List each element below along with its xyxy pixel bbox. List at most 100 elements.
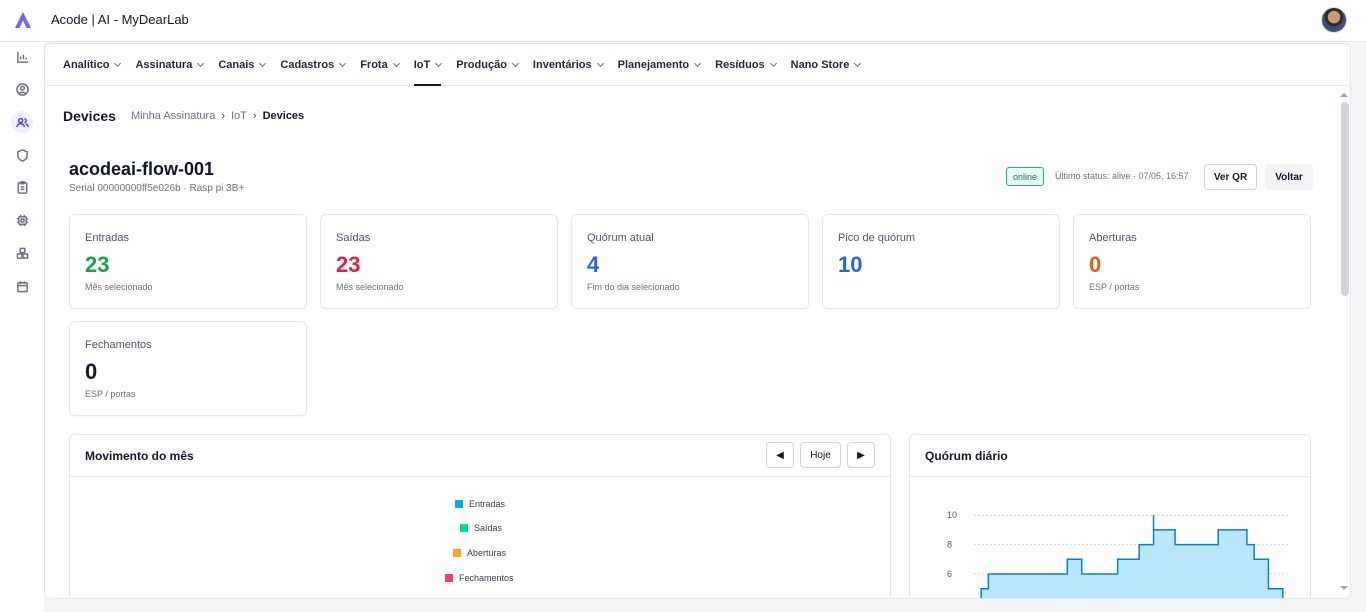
stat-label: Saídas [336, 232, 371, 244]
legend-swatch [460, 524, 468, 532]
quorum-area-series [980, 529, 1284, 598]
daily-quorum-panel: Quórum diário 10 8 6 [909, 434, 1311, 598]
monthly-movement-panel: Movimento do mês ◀ Hoje ▶ Entradas Saídas… [69, 434, 891, 598]
boxes-icon[interactable] [11, 242, 33, 264]
nav-item-label: Planejamento [617, 59, 690, 71]
stat-hint: ESP / portas [1089, 282, 1140, 292]
main-content: Analítico Assinatura Canais Cadastros Frota I… [44, 43, 1351, 599]
nav-item-1[interactable]: Assinatura [135, 44, 205, 86]
nav-item-4[interactable]: Frota [360, 44, 400, 86]
breadcrumb-link-iot[interactable]: IoT [231, 110, 247, 122]
nav-item-9[interactable]: Resíduos [715, 44, 777, 86]
stat-value: 10 [838, 252, 863, 277]
breadcrumb-separator-icon: › [221, 110, 225, 122]
chevron-down-icon [435, 59, 443, 68]
stat-label: Pico de quórum [838, 232, 916, 244]
back-button[interactable]: Voltar [1265, 164, 1313, 190]
nav-item-label: IoT [413, 59, 431, 71]
nav-item-8[interactable]: Planejamento [617, 44, 702, 86]
stat-value: 0 [1089, 252, 1102, 277]
previous-month-button[interactable]: ◀ [766, 442, 794, 468]
app-logo-icon[interactable] [14, 11, 32, 29]
y-tick-label: 6 [947, 569, 952, 579]
nav-item-10[interactable]: Nano Store [791, 44, 862, 86]
avatar[interactable] [1321, 7, 1347, 33]
y-tick-label: 10 [947, 510, 957, 520]
nav-item-label: Canais [218, 59, 255, 71]
chevron-down-icon [511, 59, 519, 68]
device-subtitle: Serial 00000000ff5e026b · Rasp pi 3B+ [69, 183, 245, 194]
status-badge: online [1006, 167, 1045, 186]
nav-item-label: Frota [360, 59, 388, 71]
nav-item-2[interactable]: Canais [218, 44, 267, 86]
stat-hint: Mês selecionado [336, 282, 404, 292]
y-tick-label: 8 [947, 540, 952, 550]
nav-item-5[interactable]: IoT [413, 44, 443, 86]
sidebar [0, 42, 44, 612]
current-quorum-card: Quórum atual 4 Fim do dia selecionado [571, 214, 809, 309]
calendar-icon[interactable] [11, 275, 33, 297]
nav-item-label: Cadastros [280, 59, 335, 71]
stat-label: Quórum atual [587, 232, 654, 244]
legend-label: Fechamentos [459, 573, 514, 583]
chevron-down-icon [854, 59, 862, 68]
shield-icon[interactable] [11, 144, 33, 166]
chevron-down-icon [694, 59, 702, 68]
scroll-down-icon[interactable] [1340, 586, 1348, 590]
user-circle-icon[interactable] [11, 78, 33, 100]
legend-swatch [445, 574, 453, 582]
entries-card: Entradas 23 Mês selecionado [69, 214, 307, 309]
nav-item-7[interactable]: Inventários [532, 44, 604, 86]
chevron-down-icon [259, 59, 267, 68]
clipboard-icon[interactable] [11, 176, 33, 198]
exits-card: Saídas 23 Mês selecionado [320, 214, 558, 309]
chip-icon[interactable] [11, 209, 33, 231]
legend-label: Aberturas [467, 548, 507, 558]
legend-item[interactable]: Fechamentos [445, 573, 514, 583]
top-nav: Analítico Assinatura Canais Cadastros Frota I… [45, 44, 1350, 86]
stat-label: Aberturas [1089, 232, 1137, 244]
chevron-down-icon [392, 59, 400, 68]
nav-item-3[interactable]: Cadastros [280, 44, 347, 86]
breadcrumb-link-subscription[interactable]: Minha Assinatura [131, 110, 215, 122]
closings-card: Fechamentos 0 ESP / portas [69, 321, 307, 416]
legend-item[interactable]: Aberturas [453, 548, 506, 558]
chevron-down-icon [339, 59, 347, 68]
stat-value: 23 [85, 252, 110, 277]
last-status-text: Último status: alive · 07/05, 16:57 [1055, 171, 1189, 181]
nav-item-0[interactable]: Analítico [63, 44, 122, 86]
chevron-down-icon [114, 59, 122, 68]
legend-item[interactable]: Entradas [455, 499, 505, 509]
nav-item-label: Inventários [532, 59, 592, 71]
stat-value: 4 [587, 252, 600, 277]
chevron-down-icon [769, 59, 777, 68]
breadcrumb-separator-icon: › [252, 110, 257, 122]
app-title: Acode | AI - MyDearLab [51, 12, 189, 27]
stat-label: Fechamentos [85, 339, 152, 351]
daily-quorum-title: Quórum diário [910, 435, 1310, 477]
chevron-down-icon [596, 59, 604, 68]
nav-item-6[interactable]: Produção [456, 44, 519, 86]
stat-value: 23 [336, 252, 361, 277]
breadcrumb: Devices Minha Assinatura › IoT › Devices [63, 108, 304, 124]
chevron-down-icon [197, 59, 205, 68]
scrollbar-thumb[interactable] [1341, 102, 1349, 296]
quorum-chart: 10 8 6 [947, 510, 1290, 598]
page-title: Devices [63, 108, 116, 124]
openings-card: Aberturas 0 ESP / portas [1073, 214, 1311, 309]
bar-chart-icon[interactable] [11, 46, 33, 68]
view-qr-button[interactable]: Ver QR [1204, 164, 1257, 190]
top-bar: Acode | AI - MyDearLab [0, 0, 1366, 42]
scroll-up-icon[interactable] [1340, 93, 1348, 97]
next-month-button[interactable]: ▶ [847, 442, 875, 468]
breadcrumb-current: Devices [262, 110, 305, 122]
legend-swatch [453, 549, 461, 557]
device-name: acodeai-flow-001 [69, 159, 215, 179]
nav-item-label: Produção [456, 59, 507, 71]
users-icon[interactable] [11, 111, 33, 133]
nav-item-label: Analítico [63, 59, 110, 71]
stat-hint: Mês selecionado [85, 282, 153, 292]
today-button[interactable]: Hoje [800, 442, 841, 468]
legend-item[interactable]: Saídas [460, 523, 502, 533]
nav-item-label: Resíduos [715, 59, 765, 71]
